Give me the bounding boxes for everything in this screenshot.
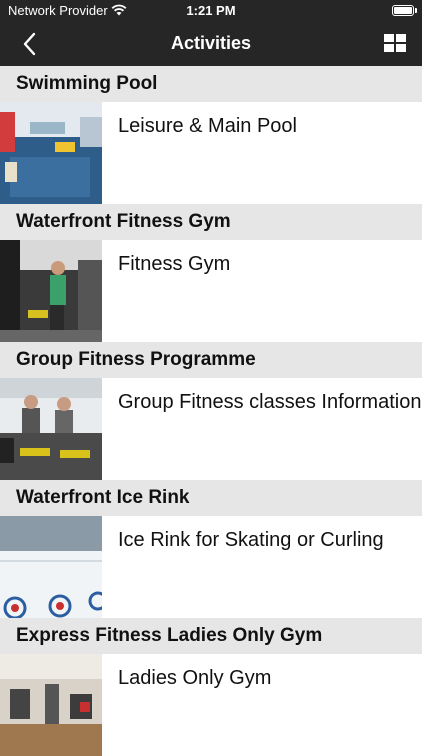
- list-item-group-fitness[interactable]: Group Fitness classes Information: [0, 378, 422, 480]
- group-fitness-thumbnail: [0, 378, 102, 480]
- list-item-ice-rink[interactable]: Ice Rink for Skating or Curling: [0, 516, 422, 618]
- section-header: Group Fitness Programme: [0, 342, 422, 378]
- grid-view-icon[interactable]: [384, 34, 406, 52]
- page-title: Activities: [170, 33, 252, 53]
- list-item-ladies-gym[interactable]: Ladies Only Gym: [0, 654, 422, 756]
- activity-label: Ice Rink for Skating or Curling: [118, 529, 384, 551]
- section-header: Waterfront Ice Rink: [0, 480, 422, 516]
- activity-label: Ladies Only Gym: [118, 667, 272, 689]
- activity-list: Swimming Pool Leisure & Main Pool Waterf…: [0, 66, 422, 756]
- nav-bar: Activities: [0, 22, 422, 66]
- activity-label: Group Fitness classes Information: [118, 391, 422, 413]
- activity-label: Fitness Gym: [118, 253, 231, 275]
- list-item-fitness-gym[interactable]: Fitness Gym: [0, 240, 422, 342]
- status-bar: Network Provider 1:21 PM: [0, 0, 422, 22]
- ice-rink-thumbnail: [0, 516, 102, 618]
- activity-label: Leisure & Main Pool: [118, 115, 297, 137]
- ladies-gym-thumbnail: [0, 654, 102, 756]
- section-header: Waterfront Fitness Gym: [0, 204, 422, 240]
- gym-thumbnail: [0, 240, 102, 342]
- pool-thumbnail: [0, 102, 102, 204]
- list-item-swimming-pool[interactable]: Leisure & Main Pool: [0, 102, 422, 204]
- battery-icon: [392, 5, 417, 16]
- section-header: Express Fitness Ladies Only Gym: [0, 618, 422, 654]
- section-header: Swimming Pool: [0, 66, 422, 102]
- status-time: 1:21 PM: [186, 3, 236, 18]
